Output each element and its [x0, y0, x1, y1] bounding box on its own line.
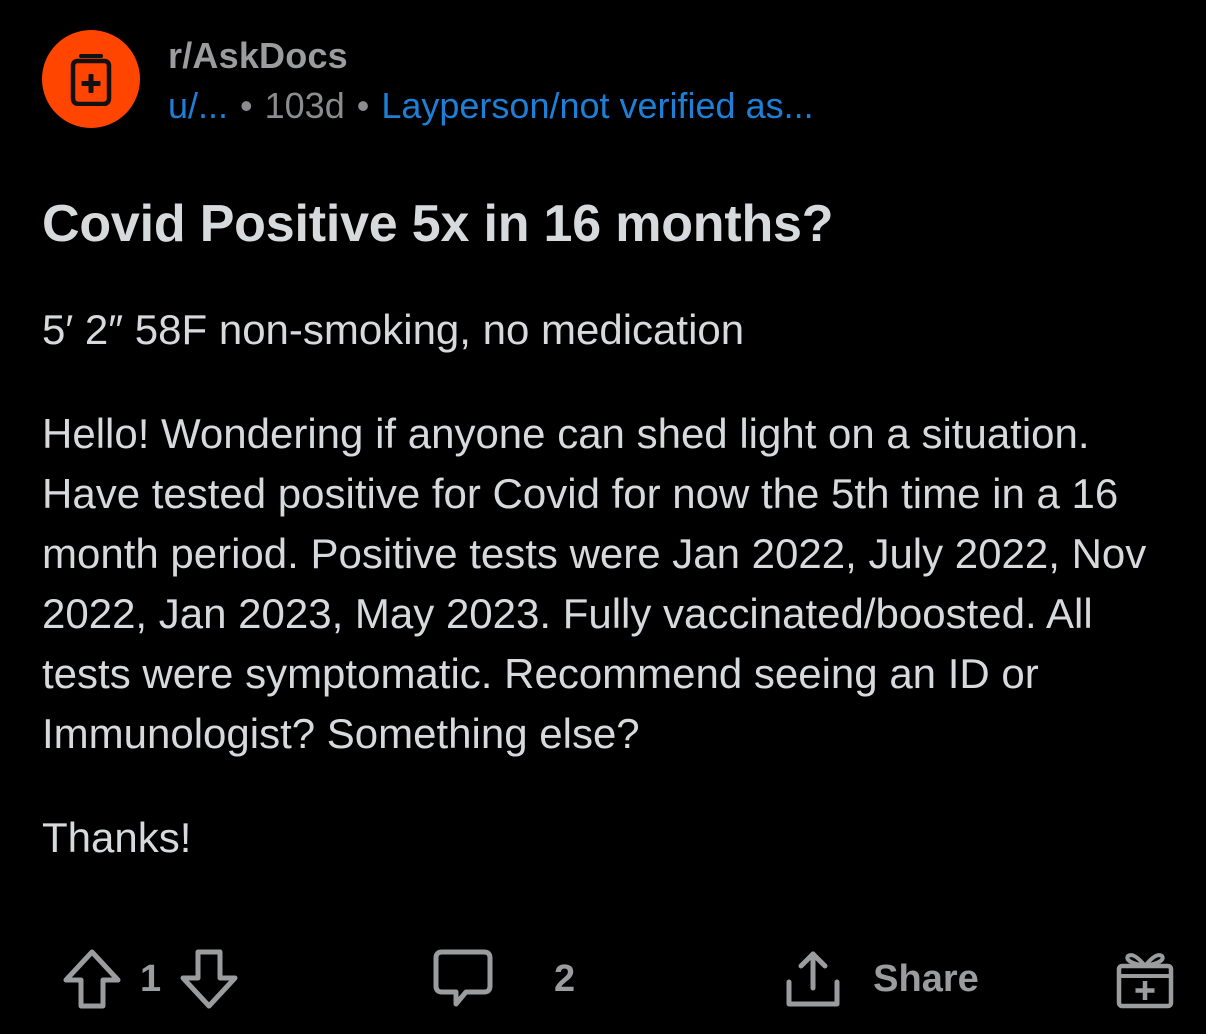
- user-flair[interactable]: Layperson/not verified as...: [381, 84, 813, 128]
- post-body-closing: Thanks!: [42, 814, 192, 861]
- award-button[interactable]: [1114, 948, 1176, 1010]
- post-header: r/AskDocs u/... • 103d • Layperson/not v…: [42, 30, 1164, 140]
- post-body-paragraph: Hello! Wondering if anyone can shed ligh…: [42, 410, 1147, 757]
- subreddit-name[interactable]: r/AskDocs: [168, 34, 814, 78]
- comments-button[interactable]: 2: [432, 948, 593, 1010]
- meta-separator: •: [356, 85, 370, 126]
- gift-award-icon: [1114, 948, 1176, 1010]
- upvote-arrow-icon[interactable]: [62, 948, 122, 1010]
- medicine-bottle-icon: [66, 52, 116, 106]
- post-body-line: 5′ 2″ 58F non-smoking, no medication: [42, 306, 745, 353]
- post-action-bar: 1 2 Share: [62, 944, 1176, 1014]
- comment-bubble-icon: [432, 948, 494, 1010]
- vote-count: 1: [140, 957, 162, 1000]
- post-body: 5′ 2″ 58F non-smoking, no medication Hel…: [42, 300, 1164, 868]
- author-username[interactable]: u/...: [168, 84, 228, 128]
- subreddit-avatar[interactable]: [42, 30, 140, 128]
- post-title: Covid Positive 5x in 16 months?: [42, 195, 834, 253]
- post-card: r/AskDocs u/... • 103d • Layperson/not v…: [0, 0, 1206, 1034]
- post-meta: u/... • 103d • Layperson/not verified as…: [168, 84, 814, 128]
- downvote-arrow-icon[interactable]: [179, 948, 239, 1010]
- share-button[interactable]: Share: [783, 948, 979, 1010]
- post-header-text: r/AskDocs u/... • 103d • Layperson/not v…: [168, 34, 814, 128]
- post-age: 103d: [264, 85, 345, 126]
- vote-controls: 1: [62, 948, 312, 1010]
- share-label: Share: [873, 957, 979, 1000]
- meta-separator: •: [240, 85, 253, 126]
- share-upload-icon: [783, 948, 843, 1010]
- comment-count: 2: [554, 957, 576, 1000]
